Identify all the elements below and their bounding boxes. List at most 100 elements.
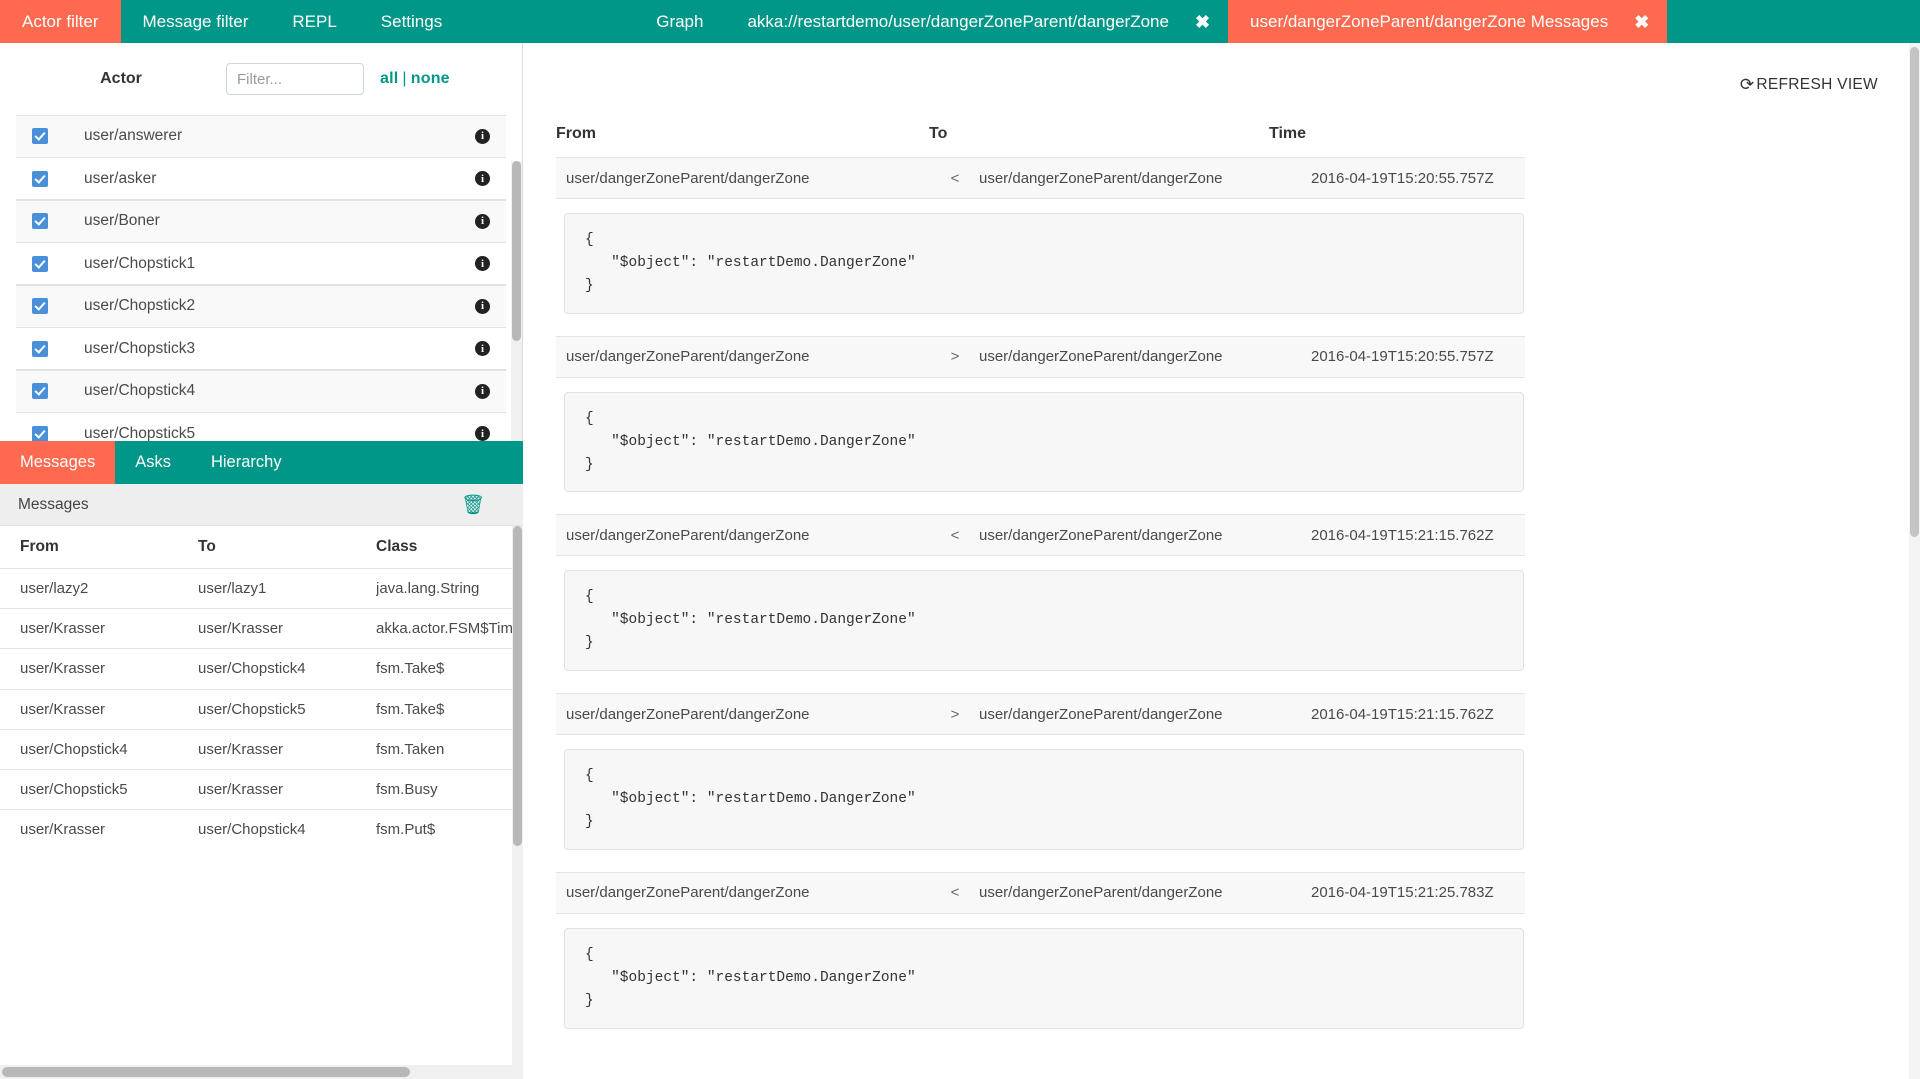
conversation-time: 2016-04-19T15:21:15.762Z: [1311, 705, 1494, 723]
message-class: fsm.Take$: [376, 660, 445, 678]
actor-list-scroll-thumb[interactable]: [512, 161, 521, 341]
conversation-scroll-thumb[interactable]: [1910, 47, 1919, 537]
tab-danger-zone-messages[interactable]: user/dangerZoneParent/dangerZone Message…: [1228, 0, 1668, 43]
message-class: akka.actor.FSM$Tim: [376, 620, 513, 638]
conversation-row[interactable]: user/dangerZoneParent/dangerZone < user/da…: [556, 157, 1525, 199]
table-row[interactable]: user/Chopstick5 user/Krasser fsm.Busy: [0, 768, 523, 809]
left-column: Actor all|none user/answerer i user/asker i…: [0, 43, 523, 1079]
actor-checkbox[interactable]: [32, 383, 48, 400]
refresh-view-button[interactable]: ⟳ REFRESH VIEW: [1740, 75, 1878, 95]
tab-danger-zone-graph[interactable]: akka://restartdemo/user/dangerZoneParent…: [725, 0, 1228, 43]
info-icon[interactable]: i: [475, 383, 490, 399]
actor-row-label: user/Boner: [84, 212, 160, 230]
info-icon[interactable]: i: [475, 256, 490, 272]
conversation-direction: <: [950, 526, 960, 544]
info-icon[interactable]: i: [475, 171, 490, 187]
conversation-from: user/dangerZoneParent/dangerZone: [566, 884, 810, 902]
info-icon[interactable]: i: [475, 426, 490, 441]
nav-item-graph[interactable]: Graph: [634, 0, 725, 43]
actor-row[interactable]: user/Chopstick5 i: [16, 412, 506, 441]
actor-row[interactable]: user/asker i: [16, 157, 506, 200]
messages-col-from: From: [20, 538, 59, 555]
actor-checkbox[interactable]: [32, 128, 48, 145]
conversation-row[interactable]: user/dangerZoneParent/dangerZone > user/da…: [556, 693, 1525, 736]
nav-item-actor-filter-label: Actor filter: [22, 11, 99, 31]
tab-asks[interactable]: Asks: [115, 441, 191, 484]
refresh-icon: ⟳: [1739, 75, 1755, 94]
message-to: user/Krasser: [198, 781, 284, 799]
conversation-col-time: Time: [1269, 125, 1307, 142]
message-class: java.lang.String: [376, 580, 480, 598]
actor-checkbox[interactable]: [32, 255, 48, 272]
close-icon[interactable]: ✖: [1195, 13, 1210, 31]
info-icon[interactable]: i: [475, 341, 490, 357]
message-from: user/Krasser: [20, 620, 106, 638]
table-row[interactable]: user/Chopstick4 user/Krasser fsm.Taken: [0, 728, 523, 769]
messages-table-body: user/lazy2 user/lazy1 java.lang.String user…: [0, 568, 523, 849]
trash-icon[interactable]: 🗑: [461, 493, 485, 517]
nav-item-repl[interactable]: REPL: [270, 0, 358, 43]
nav-item-message-filter[interactable]: Message filter: [121, 0, 271, 43]
info-icon[interactable]: i: [475, 298, 490, 314]
nav-item-settings[interactable]: Settings: [359, 0, 464, 43]
actor-row[interactable]: user/Boner i: [16, 200, 506, 243]
conversation-to: user/dangerZoneParent/dangerZone: [979, 884, 1223, 902]
messages-col-to: To: [198, 538, 216, 555]
table-row[interactable]: user/Krasser user/Krasser akka.actor.FSM$T…: [0, 608, 523, 648]
conversation-scrollbar[interactable]: [1909, 43, 1920, 1079]
tab-hierarchy[interactable]: Hierarchy: [191, 441, 302, 484]
conversation-row[interactable]: user/dangerZoneParent/dangerZone < user/da…: [556, 514, 1525, 557]
messages-panel-scrollbar[interactable]: [512, 526, 523, 1079]
info-icon[interactable]: i: [475, 213, 490, 229]
select-none-link[interactable]: none: [411, 70, 450, 87]
conversation-row[interactable]: user/dangerZoneParent/dangerZone > user/da…: [556, 335, 1525, 378]
actor-checkbox[interactable]: [32, 298, 48, 315]
table-row[interactable]: user/Krasser user/Chopstick5 fsm.Take$: [0, 688, 523, 729]
close-icon[interactable]: ✖: [1634, 13, 1649, 31]
conversation-payload: { "$object": "restartDemo.DangerZone" }: [564, 391, 1524, 493]
actor-checkbox[interactable]: [32, 170, 48, 187]
message-class: fsm.Taken: [376, 740, 445, 758]
actor-checkbox[interactable]: [32, 425, 48, 441]
message-to: user/Krasser: [198, 620, 284, 638]
actor-row[interactable]: user/answerer i: [16, 115, 506, 158]
actor-row-label: user/Chopstick2: [84, 297, 196, 315]
conversation-from: user/dangerZoneParent/dangerZone: [566, 348, 810, 366]
messages-horizontal-scroll-thumb[interactable]: [2, 1067, 410, 1077]
message-from: user/Chopstick5: [20, 781, 128, 799]
actor-checkbox[interactable]: [32, 340, 48, 357]
messages-panel-scroll-thumb[interactable]: [513, 526, 522, 846]
tab-messages[interactable]: Messages: [0, 441, 116, 484]
conversation-payload: { "$object": "restartDemo.DangerZone" }: [564, 927, 1524, 1029]
nav-item-repl-label: REPL: [292, 11, 337, 31]
conversation-col-from: From: [556, 125, 596, 142]
messages-horizontal-scrollbar[interactable]: [0, 1065, 513, 1079]
table-row[interactable]: user/Krasser user/Chopstick4 fsm.Take$: [0, 648, 523, 688]
messages-subheader-label: Messages: [18, 495, 89, 513]
message-to: user/Chopstick5: [198, 700, 306, 718]
conversation-row[interactable]: user/dangerZoneParent/dangerZone < user/da…: [556, 871, 1525, 914]
table-row[interactable]: user/lazy2 user/lazy1 java.lang.String: [0, 568, 523, 608]
conversation-direction: >: [950, 348, 960, 366]
table-row[interactable]: user/Krasser user/Chopstick4 fsm.Put$: [0, 809, 523, 849]
message-class: fsm.Busy: [376, 781, 438, 799]
actor-filter-input[interactable]: [226, 63, 364, 95]
info-icon[interactable]: i: [475, 128, 490, 144]
nav-tail: [1667, 0, 1920, 43]
conversation-from: user/dangerZoneParent/dangerZone: [566, 169, 810, 187]
actor-row-label: user/Chopstick5: [84, 424, 196, 441]
actor-list-scrollbar[interactable]: [511, 161, 522, 441]
conversation-table-header: From To Time: [556, 125, 1886, 143]
actor-row[interactable]: user/Chopstick3 i: [16, 327, 506, 370]
message-to: user/Chopstick4: [198, 660, 306, 678]
select-all-link[interactable]: all: [380, 70, 398, 87]
actor-row[interactable]: user/Chopstick1 i: [16, 242, 506, 285]
actor-checkbox[interactable]: [32, 213, 48, 230]
actor-row-label: user/answerer: [84, 127, 183, 145]
actor-row[interactable]: user/Chopstick4 i: [16, 370, 506, 413]
actor-row[interactable]: user/Chopstick2 i: [16, 285, 506, 328]
actor-row-label: user/Chopstick3: [84, 339, 196, 357]
conversation-payload: { "$object": "restartDemo.DangerZone" }: [564, 213, 1524, 314]
nav-item-actor-filter[interactable]: Actor filter: [0, 0, 121, 43]
